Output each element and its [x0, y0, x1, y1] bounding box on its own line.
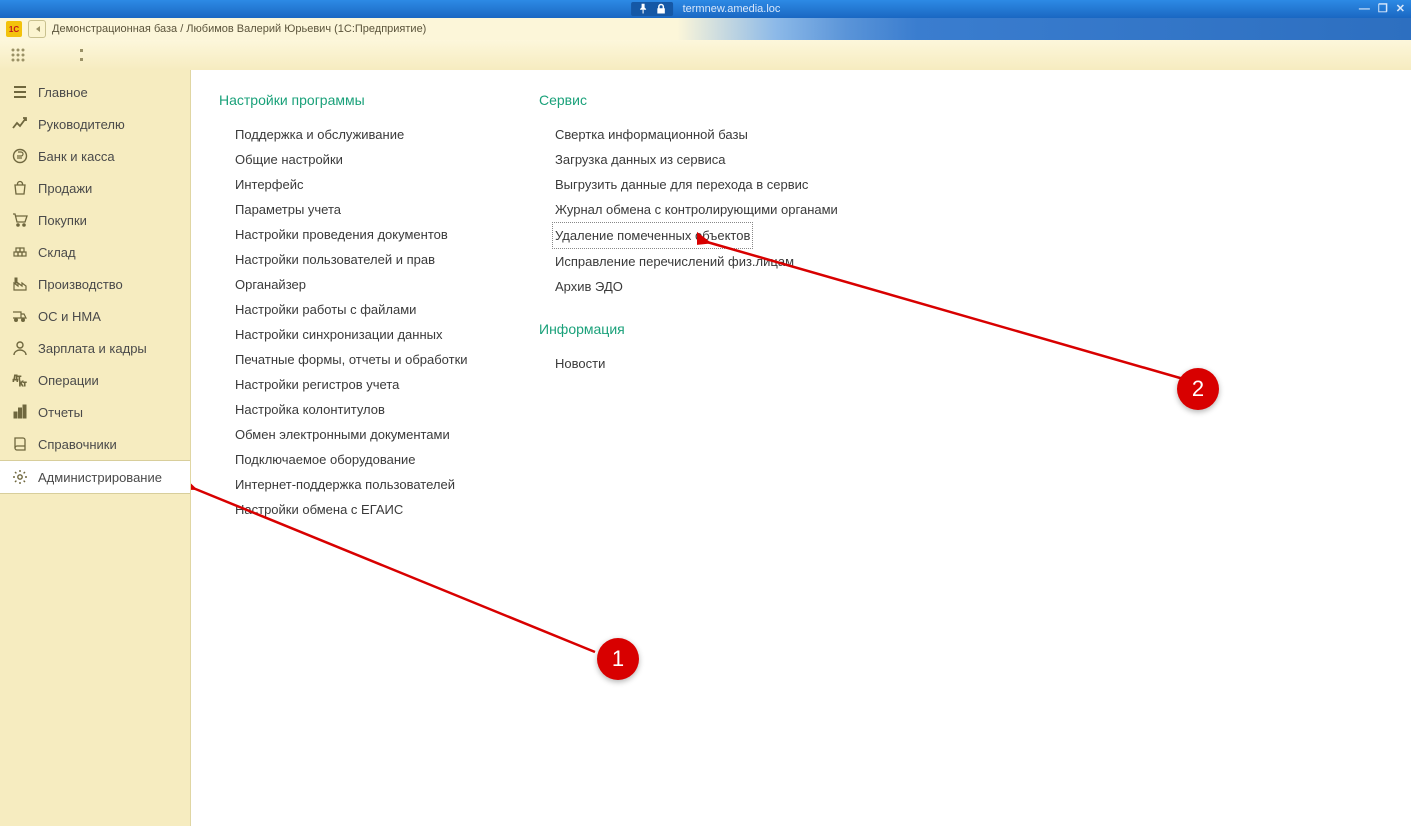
trend-icon [12, 116, 28, 132]
menu-link[interactable]: Общие настройки [235, 147, 479, 172]
remote-desktop-bar: termnew.amedia.loc — ❐ ✕ [0, 0, 1411, 18]
bell-icon[interactable] [146, 47, 162, 63]
history-icon[interactable] [78, 47, 94, 63]
person-icon [12, 340, 28, 356]
annotation-marker-2: 2 [1177, 368, 1219, 410]
remote-host-label: termnew.amedia.loc [683, 3, 781, 15]
remote-close-button[interactable]: ✕ [1396, 4, 1405, 15]
sidebar-item-label: Продажи [38, 181, 92, 196]
truck-icon [12, 308, 28, 324]
sidebar-item-label: Операции [38, 373, 99, 388]
sidebar-item-label: ОС и НМА [38, 309, 101, 324]
section-info: Информация Новости [539, 321, 838, 376]
section-settings: Настройки программы Поддержка и обслужив… [219, 92, 479, 522]
menu-link[interactable]: Исправление перечислений физ.лицам [555, 249, 838, 274]
sidebar-item-label: Зарплата и кадры [38, 341, 147, 356]
menu-link[interactable]: Архив ЭДО [555, 274, 838, 299]
window-title: Демонстрационная база / Любимов Валерий … [52, 23, 426, 35]
sidebar-nav: Главное Руководителю Банк и касса Продажи По… [0, 70, 191, 826]
menu-link[interactable]: Подключаемое оборудование [235, 447, 479, 472]
sidebar-item-label: Администрирование [38, 470, 162, 485]
menu-link[interactable]: Настройки синхронизации данных [235, 322, 479, 347]
annotation-marker-1: 1 [597, 638, 639, 680]
main-content: Настройки программы Поддержка и обслужив… [191, 70, 1411, 826]
section-title-service: Сервис [539, 92, 838, 108]
menu-link[interactable]: Настройка колонтитулов [235, 397, 479, 422]
sidebar-item-label: Отчеты [38, 405, 83, 420]
cart-icon [12, 212, 28, 228]
apps-icon[interactable] [10, 47, 26, 63]
section-title-info: Информация [539, 321, 838, 337]
sidebar-item-warehouse[interactable]: Склад [0, 236, 190, 268]
menu-link[interactable]: Интернет-поддержка пользователей [235, 472, 479, 497]
remote-pin-controls[interactable] [631, 2, 673, 16]
remote-minimize-button[interactable]: — [1359, 4, 1370, 15]
menu-link[interactable]: Настройки работы с файлами [235, 297, 479, 322]
menu-link[interactable]: Удаление помеченных объектов [552, 222, 753, 249]
menu-link[interactable]: Настройки пользователей и прав [235, 247, 479, 272]
menu-link[interactable]: Обмен электронными документами [235, 422, 479, 447]
book-icon [12, 436, 28, 452]
sidebar-item-ops[interactable]: ДтКт Операции [0, 364, 190, 396]
sidebar-item-chart[interactable]: Отчеты [0, 396, 190, 428]
app-toolbar [0, 40, 1411, 71]
sidebar-item-label: Руководителю [38, 117, 125, 132]
menu-link[interactable]: Печатные формы, отчеты и обработки [235, 347, 479, 372]
menu-link[interactable]: Интерфейс [235, 172, 479, 197]
ruble-icon [12, 148, 28, 164]
sidebar-item-label: Банк и касса [38, 149, 115, 164]
menu-icon [12, 84, 28, 100]
menu-link[interactable]: Журнал обмена с контролирующими органами [555, 197, 838, 222]
app-logo-1c: 1C [6, 21, 22, 37]
sidebar-item-label: Главное [38, 85, 88, 100]
sidebar-item-label: Склад [38, 245, 76, 260]
ops-icon: ДтКт [12, 372, 28, 388]
menu-link[interactable]: Загрузка данных из сервиса [555, 147, 838, 172]
menu-link[interactable]: Новости [555, 351, 838, 376]
bag-icon [12, 180, 28, 196]
section-title-settings: Настройки программы [219, 92, 479, 108]
sidebar-item-ruble[interactable]: Банк и касса [0, 140, 190, 172]
sidebar-item-bag[interactable]: Продажи [0, 172, 190, 204]
gear-icon [12, 469, 28, 485]
menu-link[interactable]: Органайзер [235, 272, 479, 297]
star-icon[interactable] [44, 47, 60, 63]
menu-link[interactable]: Настройки обмена с ЕГАИС [235, 497, 479, 522]
sidebar-item-cart[interactable]: Покупки [0, 204, 190, 236]
sidebar-item-menu[interactable]: Главное [0, 76, 190, 108]
search-icon[interactable] [112, 47, 128, 63]
menu-link[interactable]: Поддержка и обслуживание [235, 122, 479, 147]
sidebar-item-truck[interactable]: ОС и НМА [0, 300, 190, 332]
warehouse-icon [12, 244, 28, 260]
chart-icon [12, 404, 28, 420]
sidebar-item-label: Производство [38, 277, 123, 292]
menu-link[interactable]: Настройки проведения документов [235, 222, 479, 247]
sidebar-item-label: Справочники [38, 437, 117, 452]
menu-link[interactable]: Параметры учета [235, 197, 479, 222]
menu-link[interactable]: Настройки регистров учета [235, 372, 479, 397]
section-service: Сервис Свертка информационной базыЗагруз… [539, 92, 838, 299]
menu-link[interactable]: Выгрузить данные для перехода в сервис [555, 172, 838, 197]
remote-restore-button[interactable]: ❐ [1378, 4, 1388, 15]
sidebar-item-gear[interactable]: Администрирование [0, 460, 190, 494]
sidebar-item-label: Покупки [38, 213, 87, 228]
back-button[interactable] [28, 20, 46, 38]
sidebar-item-book[interactable]: Справочники [0, 428, 190, 460]
app-titlebar: 1C Демонстрационная база / Любимов Валер… [0, 18, 1411, 41]
sidebar-item-factory[interactable]: Производство [0, 268, 190, 300]
menu-link[interactable]: Свертка информационной базы [555, 122, 838, 147]
sidebar-item-person[interactable]: Зарплата и кадры [0, 332, 190, 364]
svg-text:Кт: Кт [19, 381, 27, 388]
sidebar-item-trend[interactable]: Руководителю [0, 108, 190, 140]
factory-icon [12, 276, 28, 292]
